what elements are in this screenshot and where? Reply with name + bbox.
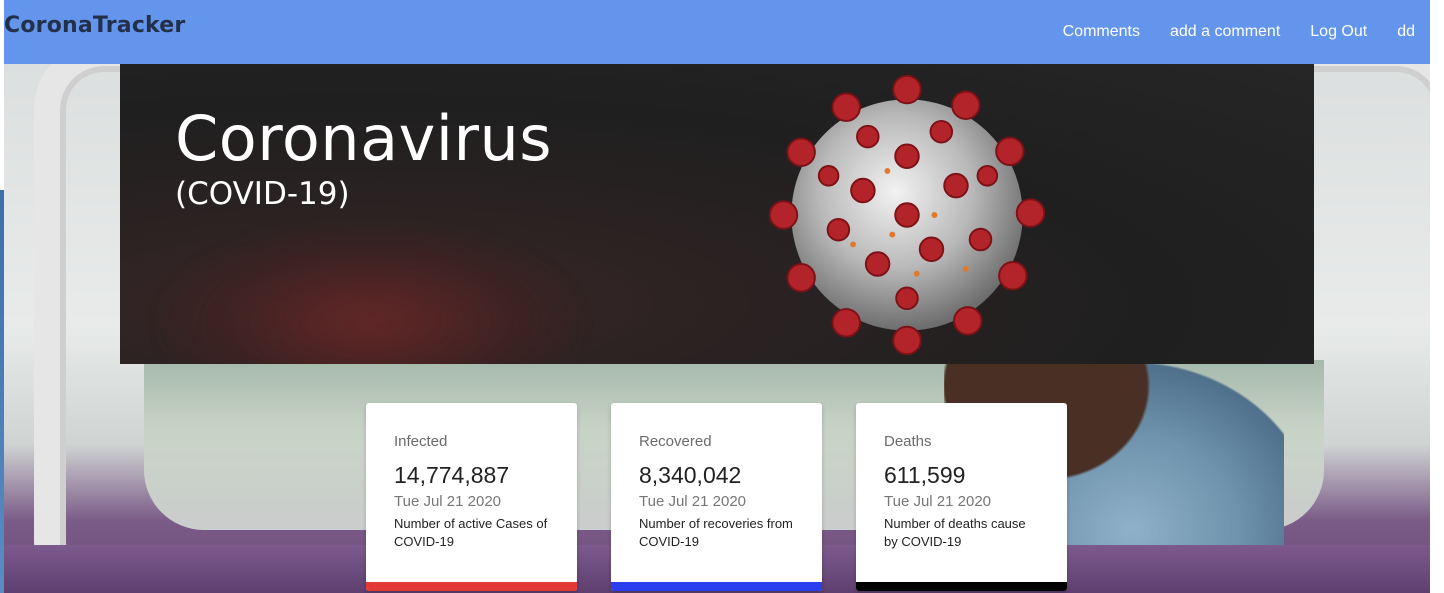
nav-link-add-comment[interactable]: add a comment bbox=[1155, 20, 1295, 44]
navbar: CoronaTracker Comments add a comment Log… bbox=[4, 0, 1430, 64]
card-label: Infected bbox=[394, 433, 448, 450]
recovered-card: Recovered 8,340,042 Tue Jul 21 2020 Numb… bbox=[611, 403, 822, 591]
deaths-card: Deaths 611,599 Tue Jul 21 2020 Number of… bbox=[856, 403, 1067, 591]
card-accent-bar bbox=[856, 582, 1067, 591]
card-value: 611,599 bbox=[884, 462, 966, 488]
card-description: Number of deaths cause by COVID-19 bbox=[884, 516, 1026, 549]
card-date: Tue Jul 21 2020 bbox=[884, 493, 992, 510]
infected-card: Infected 14,774,887 Tue Jul 21 2020 Numb… bbox=[366, 403, 577, 591]
nav-link-user[interactable]: dd bbox=[1382, 20, 1430, 44]
hero-subtitle: (COVID-19) bbox=[175, 176, 350, 212]
card-accent-bar bbox=[366, 582, 577, 591]
card-accent-bar bbox=[611, 582, 822, 591]
page: CoronaTracker Comments add a comment Log… bbox=[4, 0, 1430, 593]
card-description: Number of recoveries from COVID-19 bbox=[639, 516, 793, 549]
nav-link-comments[interactable]: Comments bbox=[1048, 20, 1155, 44]
card-value: 8,340,042 bbox=[639, 462, 742, 488]
hero-title: Coronavirus bbox=[175, 102, 553, 175]
hero-banner: Coronavirus (COVID-19) bbox=[120, 64, 1314, 364]
nav-link-log-out[interactable]: Log Out bbox=[1295, 20, 1382, 44]
brand-logo[interactable]: CoronaTracker bbox=[4, 13, 185, 38]
nav-links: Comments add a comment Log Out dd bbox=[1048, 20, 1430, 44]
card-label: Deaths bbox=[884, 433, 932, 450]
coronavirus-image bbox=[768, 74, 1046, 356]
card-date: Tue Jul 21 2020 bbox=[394, 493, 502, 510]
card-label: Recovered bbox=[639, 433, 712, 450]
card-date: Tue Jul 21 2020 bbox=[639, 493, 747, 510]
card-value: 14,774,887 bbox=[394, 462, 510, 488]
card-description: Number of active Cases of COVID-19 bbox=[394, 516, 548, 549]
